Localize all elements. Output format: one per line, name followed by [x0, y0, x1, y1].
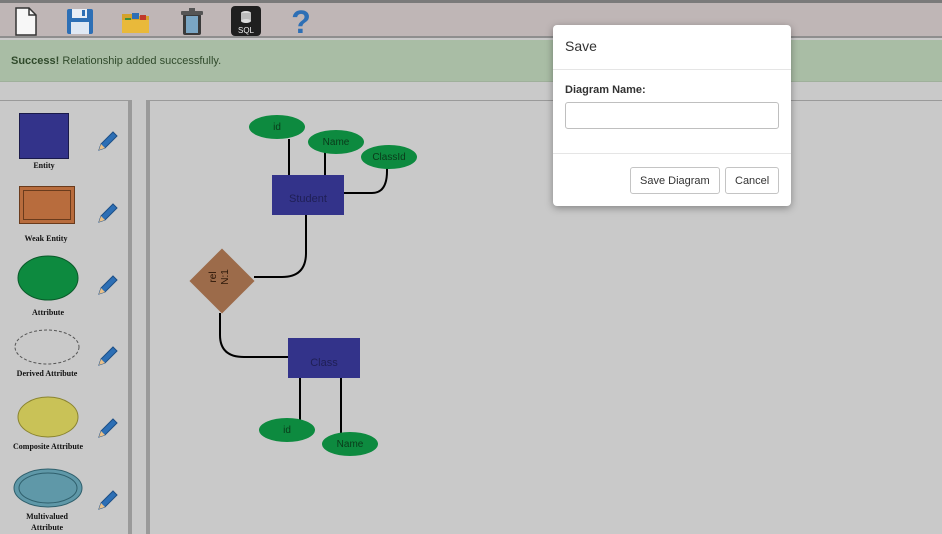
pencil-icon[interactable] [96, 416, 120, 440]
diagram-canvas[interactable]: Student Class id Name ClassId id Name re… [146, 100, 942, 534]
palette-label-multivalued-attribute: Multivalued Attribute [26, 512, 68, 532]
attribute-student-name[interactable]: Name [308, 130, 364, 154]
entity-class-label: Class [310, 357, 338, 369]
svg-text:id: id [273, 122, 281, 133]
weak-entity-shape[interactable] [19, 186, 75, 224]
save-button[interactable] [64, 5, 96, 37]
diagram-svg: Student Class id Name ClassId id Name re… [189, 115, 417, 456]
attribute-student-id[interactable]: id [249, 115, 305, 139]
help-button[interactable]: ? [285, 5, 317, 37]
toolbar: SQL ? [0, 0, 942, 38]
svg-text:?: ? [291, 5, 311, 37]
shape-palette: Entity Weak Entity Attribute Derived Att… [0, 100, 132, 534]
svg-text:SQL: SQL [238, 26, 255, 35]
save-diagram-button[interactable]: Save Diagram [630, 167, 720, 194]
composite-attribute-shape[interactable] [16, 396, 82, 440]
alert-message: Relationship added successfully. [59, 55, 222, 67]
palette-label-attribute: Attribute [32, 308, 64, 317]
relationship-name: rel [208, 271, 219, 282]
derived-attribute-shape[interactable] [13, 328, 81, 368]
relationship-cardinality: N:1 [220, 269, 231, 285]
palette-label-composite-attribute: Composite Attribute [13, 442, 83, 451]
palette-label-entity: Entity [33, 161, 55, 170]
save-icon [67, 9, 93, 34]
palette-label-derived-attribute: Derived Attribute [16, 369, 78, 378]
open-button[interactable] [120, 5, 152, 37]
attribute-class-id[interactable]: id [259, 418, 315, 442]
pencil-icon[interactable] [96, 488, 120, 512]
pencil-icon[interactable] [96, 201, 120, 225]
svg-text:ClassId: ClassId [372, 152, 405, 163]
alert-strong: Success! [11, 55, 60, 67]
success-alert: Success! Relationship added successfully… [0, 40, 942, 82]
pencil-icon[interactable] [96, 273, 120, 297]
dialog-title: Save [553, 25, 791, 70]
dialog-body: Diagram Name: [553, 70, 791, 154]
entity-student-label: Student [289, 193, 327, 205]
help-icon: ? [291, 5, 311, 37]
multivalued-attribute-shape[interactable] [12, 467, 84, 509]
svg-text:id: id [283, 425, 291, 436]
attribute-class-name[interactable]: Name [322, 432, 378, 456]
delete-button[interactable] [176, 5, 208, 37]
attribute-student-classid[interactable]: ClassId [361, 145, 417, 169]
pencil-icon[interactable] [96, 129, 120, 153]
relationship-rel[interactable]: rel N:1 [189, 248, 255, 314]
new-file-button[interactable] [10, 5, 42, 37]
save-dialog: Save Diagram Name: Save Diagram Cancel [553, 25, 791, 206]
sql-button[interactable]: SQL [230, 5, 262, 37]
dialog-footer: Save Diagram Cancel [553, 154, 791, 206]
svg-text:Name: Name [337, 439, 364, 450]
trash-icon [181, 8, 203, 35]
new-file-icon [15, 7, 37, 36]
entity-shape[interactable] [19, 113, 69, 159]
open-folder-icon [122, 13, 149, 33]
palette-label-weak-entity: Weak Entity [24, 234, 68, 243]
entity-student[interactable]: Student [272, 175, 344, 215]
sql-icon: SQL [231, 6, 261, 36]
entity-class[interactable]: Class [288, 338, 360, 378]
attribute-shape[interactable] [16, 255, 80, 303]
svg-text:Name: Name [323, 137, 350, 148]
cancel-button[interactable]: Cancel [725, 167, 780, 194]
diagram-name-label: Diagram Name: [565, 84, 646, 96]
diagram-name-input[interactable] [565, 102, 779, 129]
pencil-icon[interactable] [96, 344, 120, 368]
